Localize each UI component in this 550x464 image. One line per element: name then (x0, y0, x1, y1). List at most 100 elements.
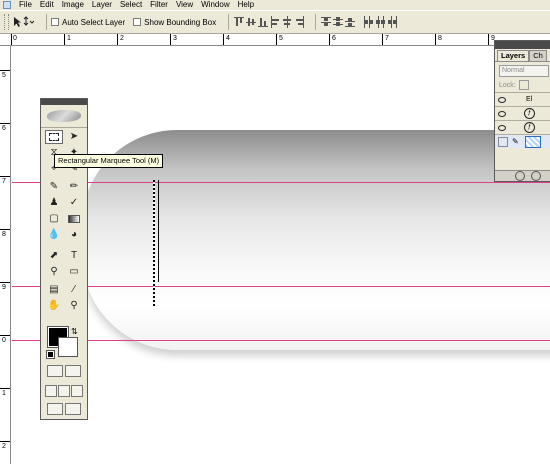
menu-file[interactable]: File (15, 0, 36, 10)
align-vertical-centers-icon[interactable] (246, 16, 257, 28)
blend-mode-select[interactable]: Normal (499, 65, 549, 77)
rectangle-shape-tool-icon[interactable]: ▭ (65, 265, 83, 279)
layer-row-selected[interactable]: ✎ (495, 134, 550, 148)
ruler-tick (0, 229, 10, 230)
full-screen-mode-icon[interactable] (71, 385, 83, 397)
auto-select-layer-checkbox[interactable] (51, 18, 59, 26)
ruler-tick (382, 34, 383, 45)
marquee-selection[interactable] (153, 180, 155, 308)
jump-to-imageready-icon[interactable] (47, 403, 63, 415)
lock-label: Lock: (499, 81, 516, 89)
full-screen-menu-mode-icon[interactable] (58, 385, 70, 397)
ruler-tick (0, 123, 10, 124)
standard-screen-mode-icon[interactable] (45, 385, 57, 397)
quick-mask-mode-icon[interactable] (65, 365, 81, 377)
layer-effects-icon[interactable]: ƒ (524, 122, 535, 133)
tool-preset-picker[interactable] (12, 15, 34, 29)
layer-visibility-toggle[interactable] (498, 136, 508, 147)
layer-row[interactable]: ƒ (495, 120, 550, 134)
distribute-right-edges-icon[interactable] (387, 16, 398, 28)
standard-mode-icon[interactable] (47, 365, 63, 377)
options-bar-grip[interactable] (4, 14, 9, 30)
options-separator (315, 14, 317, 30)
default-colors-icon[interactable] (46, 350, 55, 359)
distribute-bottom-edges-icon[interactable] (345, 16, 356, 28)
menu-layer[interactable]: Layer (88, 0, 116, 10)
align-right-edges-icon[interactable] (294, 16, 305, 28)
distribute-top-edges-icon[interactable] (321, 16, 332, 28)
brush-link-icon[interactable]: ✎ (512, 137, 519, 146)
ruler-label: 8 (2, 231, 6, 238)
horizontal-guide[interactable] (12, 182, 550, 183)
brush-tool-icon[interactable]: ✏ (65, 180, 83, 194)
dodge-tool-icon[interactable]: ◕ (65, 228, 83, 242)
gradient-tool-icon[interactable] (65, 212, 83, 226)
show-bounding-box-label: Show Bounding Box (144, 17, 217, 27)
eraser-tool-icon[interactable]: ▢ (45, 212, 63, 226)
menu-image[interactable]: Image (58, 0, 88, 10)
ruler-tick (0, 282, 10, 283)
menu-edit[interactable]: Edit (36, 0, 58, 10)
layer-effects-icon[interactable]: ƒ (524, 108, 535, 119)
menu-window[interactable]: Window (197, 0, 233, 10)
show-bounding-box-checkbox[interactable] (133, 18, 142, 26)
align-top-edges-icon[interactable] (234, 16, 245, 28)
move-tool-icon[interactable]: ➤ (65, 130, 83, 144)
visibility-eye-icon[interactable] (498, 110, 506, 117)
layer-style-icon[interactable] (515, 171, 525, 181)
menu-help[interactable]: Help (234, 0, 258, 10)
ruler-label: 9 (2, 284, 6, 291)
swap-colors-icon[interactable]: ⇅ (71, 327, 78, 336)
healing-brush-tool-icon[interactable]: ✎ (45, 180, 63, 194)
notes-tool-icon[interactable]: ▤ (45, 283, 63, 297)
visibility-eye-icon[interactable] (498, 124, 506, 131)
distribute-horizontal-centers-icon[interactable] (375, 16, 386, 28)
ruler-tick (117, 34, 118, 45)
show-bounding-box-option[interactable]: Show Bounding Box (133, 18, 216, 27)
document-canvas[interactable] (12, 47, 550, 464)
menu-view[interactable]: View (172, 0, 197, 10)
layers-panel-footer (495, 170, 550, 181)
blur-tool-icon[interactable]: 💧 (45, 228, 63, 242)
ruler-label: 2 (120, 35, 124, 42)
layer-thumbnail (524, 135, 541, 148)
distribute-vertical-centers-icon[interactable] (333, 16, 344, 28)
background-color-swatch[interactable] (58, 337, 78, 357)
menu-select[interactable]: Select (116, 0, 146, 10)
history-brush-tool-icon[interactable]: ✓ (65, 196, 83, 210)
menu-bar: File Edit Image Layer Select Filter View… (0, 0, 550, 10)
rectangular-marquee-tool-icon[interactable] (45, 130, 63, 144)
horizontal-guide[interactable] (12, 286, 550, 287)
ruler-label: 8 (438, 35, 442, 42)
vertical-ruler[interactable]: 5 6 7 8 9 0 1 2 (0, 46, 11, 464)
edit-in-imageready-icon[interactable] (65, 403, 81, 415)
zoom-tool-icon[interactable]: ⚲ (65, 299, 83, 313)
hand-tool-icon[interactable]: ✋ (45, 299, 63, 313)
ruler-tick (0, 70, 10, 71)
layer-row[interactable]: El (495, 92, 550, 106)
type-tool-icon[interactable]: T (65, 249, 83, 263)
align-bottom-edges-icon[interactable] (258, 16, 269, 28)
pen-tool-icon[interactable]: ⚲ (45, 265, 63, 279)
horizontal-ruler[interactable]: 0 1 2 3 4 5 6 7 8 9 (0, 34, 550, 46)
auto-select-layer-option[interactable]: Auto Select Layer (51, 18, 125, 27)
lock-transparency-checkbox[interactable] (518, 80, 529, 90)
tab-layers[interactable]: Layers (497, 50, 530, 61)
menu-filter[interactable]: Filter (146, 0, 172, 10)
layer-mask-icon[interactable] (531, 171, 541, 181)
visibility-eye-icon[interactable] (498, 96, 506, 103)
photoshop-app-icon[interactable] (3, 1, 11, 9)
distribute-left-edges-icon[interactable] (363, 16, 374, 28)
layers-panel-titlebar[interactable] (495, 41, 550, 49)
layer-row[interactable]: ƒ (495, 106, 550, 120)
align-left-edges-icon[interactable] (270, 16, 280, 28)
tools-palette: ➤ ⧖ ✦ ⌖ ✎ ✎ ✏ ♟ ✓ ▢ 💧 ◕ ⬈ T ⚲ ▭ ▤ ⁄ ✋ ⚲ … (40, 98, 88, 420)
adobe-feather-logo[interactable] (41, 105, 87, 128)
horizontal-guide[interactable] (12, 340, 550, 341)
ruler-label: 2 (2, 443, 6, 450)
path-selection-tool-icon[interactable]: ⬈ (45, 249, 63, 263)
clone-stamp-tool-icon[interactable]: ♟ (45, 196, 63, 210)
align-horizontal-centers-icon[interactable] (282, 16, 292, 28)
tab-channels[interactable]: Ch (529, 50, 547, 61)
eyedropper-tool-icon[interactable]: ⁄ (65, 283, 83, 297)
